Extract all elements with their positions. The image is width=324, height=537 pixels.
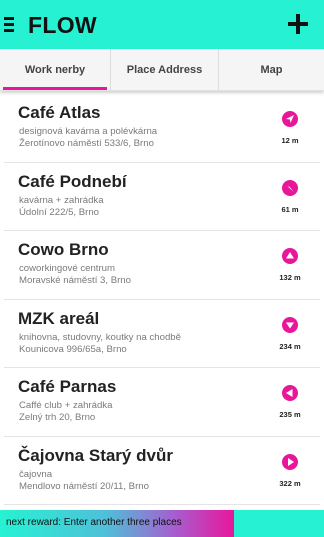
place-description: kavárna + zahrádka bbox=[19, 194, 104, 206]
list-item[interactable]: Čajovna Starý dvůr čajovna Mendlovo námě… bbox=[4, 437, 320, 505]
place-distance: 132 m bbox=[279, 273, 301, 282]
navigation-arrow-icon[interactable] bbox=[282, 385, 298, 401]
place-address: Mendlovo náměstí 20/11, Brno bbox=[19, 480, 149, 492]
place-description: knihovna, studovny, koutky na chodbě bbox=[19, 331, 181, 343]
hamburger-menu-icon[interactable] bbox=[4, 17, 14, 33]
place-description: Caffé club + zahrádka bbox=[19, 400, 113, 411]
tab-bar: Work nerby Place Address Map bbox=[0, 49, 324, 91]
place-name: Café Parnas bbox=[18, 377, 117, 396]
plus-icon[interactable] bbox=[288, 14, 308, 34]
footer-bar: next reward: Enter another three places bbox=[0, 510, 324, 537]
place-distance: 235 m bbox=[279, 410, 301, 419]
place-name: Cowo Brno bbox=[18, 240, 109, 259]
place-address: Zelný trh 20, Brno bbox=[19, 412, 96, 423]
place-address: Moravské náměstí 3, Brno bbox=[19, 275, 131, 286]
list-item[interactable]: Cowo Brno coworkingové centrum Moravské … bbox=[4, 231, 320, 300]
navigation-arrow-icon[interactable] bbox=[282, 111, 298, 127]
tab-work-nearby[interactable]: Work nerby bbox=[0, 49, 110, 90]
places-list: Café Atlas designová kavárna a polévkárn… bbox=[4, 94, 320, 505]
list-item[interactable]: Café Podnebí kavárna + zahrádka Údolní 2… bbox=[4, 163, 320, 231]
list-item[interactable]: MZK areál knihovna, studovny, koutky na … bbox=[4, 300, 320, 368]
reward-text: next reward: Enter another three places bbox=[6, 517, 182, 528]
active-tab-indicator bbox=[3, 87, 107, 90]
navigation-arrow-icon[interactable] bbox=[282, 248, 298, 264]
place-name: Café Atlas bbox=[18, 103, 101, 122]
place-address: Údolní 222/5, Brno bbox=[19, 206, 100, 218]
place-name: Čajovna Starý dvůr bbox=[18, 445, 173, 465]
app-bar: FLOW bbox=[0, 0, 324, 49]
place-description: designová kavárna a polévkárna bbox=[19, 126, 158, 137]
place-address: Žerotínovo náměstí 533/6, Brno bbox=[19, 138, 154, 149]
place-distance: 12 m bbox=[281, 136, 299, 145]
navigation-arrow-icon[interactable] bbox=[282, 453, 298, 470]
place-description: coworkingové centrum bbox=[19, 263, 115, 274]
navigation-arrow-icon[interactable] bbox=[282, 316, 298, 333]
app-title: FLOW bbox=[28, 12, 97, 38]
list-item[interactable]: Café Parnas Caffé club + zahrádka Zelný … bbox=[4, 368, 320, 437]
place-distance: 234 m bbox=[279, 341, 301, 351]
place-name: Café Podnebí bbox=[18, 171, 127, 191]
place-name: MZK areál bbox=[18, 308, 100, 328]
list-item[interactable]: Café Atlas designová kavárna a polévkárn… bbox=[4, 94, 320, 163]
reward-banner: next reward: Enter another three places bbox=[0, 510, 234, 537]
tab-place-address[interactable]: Place Address bbox=[110, 49, 218, 90]
navigation-arrow-icon[interactable] bbox=[282, 179, 298, 196]
place-distance: 322 m bbox=[279, 478, 301, 488]
place-description: čajovna bbox=[19, 468, 53, 480]
place-distance: 61 m bbox=[281, 204, 299, 214]
tab-map[interactable]: Map bbox=[218, 49, 324, 90]
place-address: Kounicova 996/65a, Brno bbox=[19, 343, 127, 355]
